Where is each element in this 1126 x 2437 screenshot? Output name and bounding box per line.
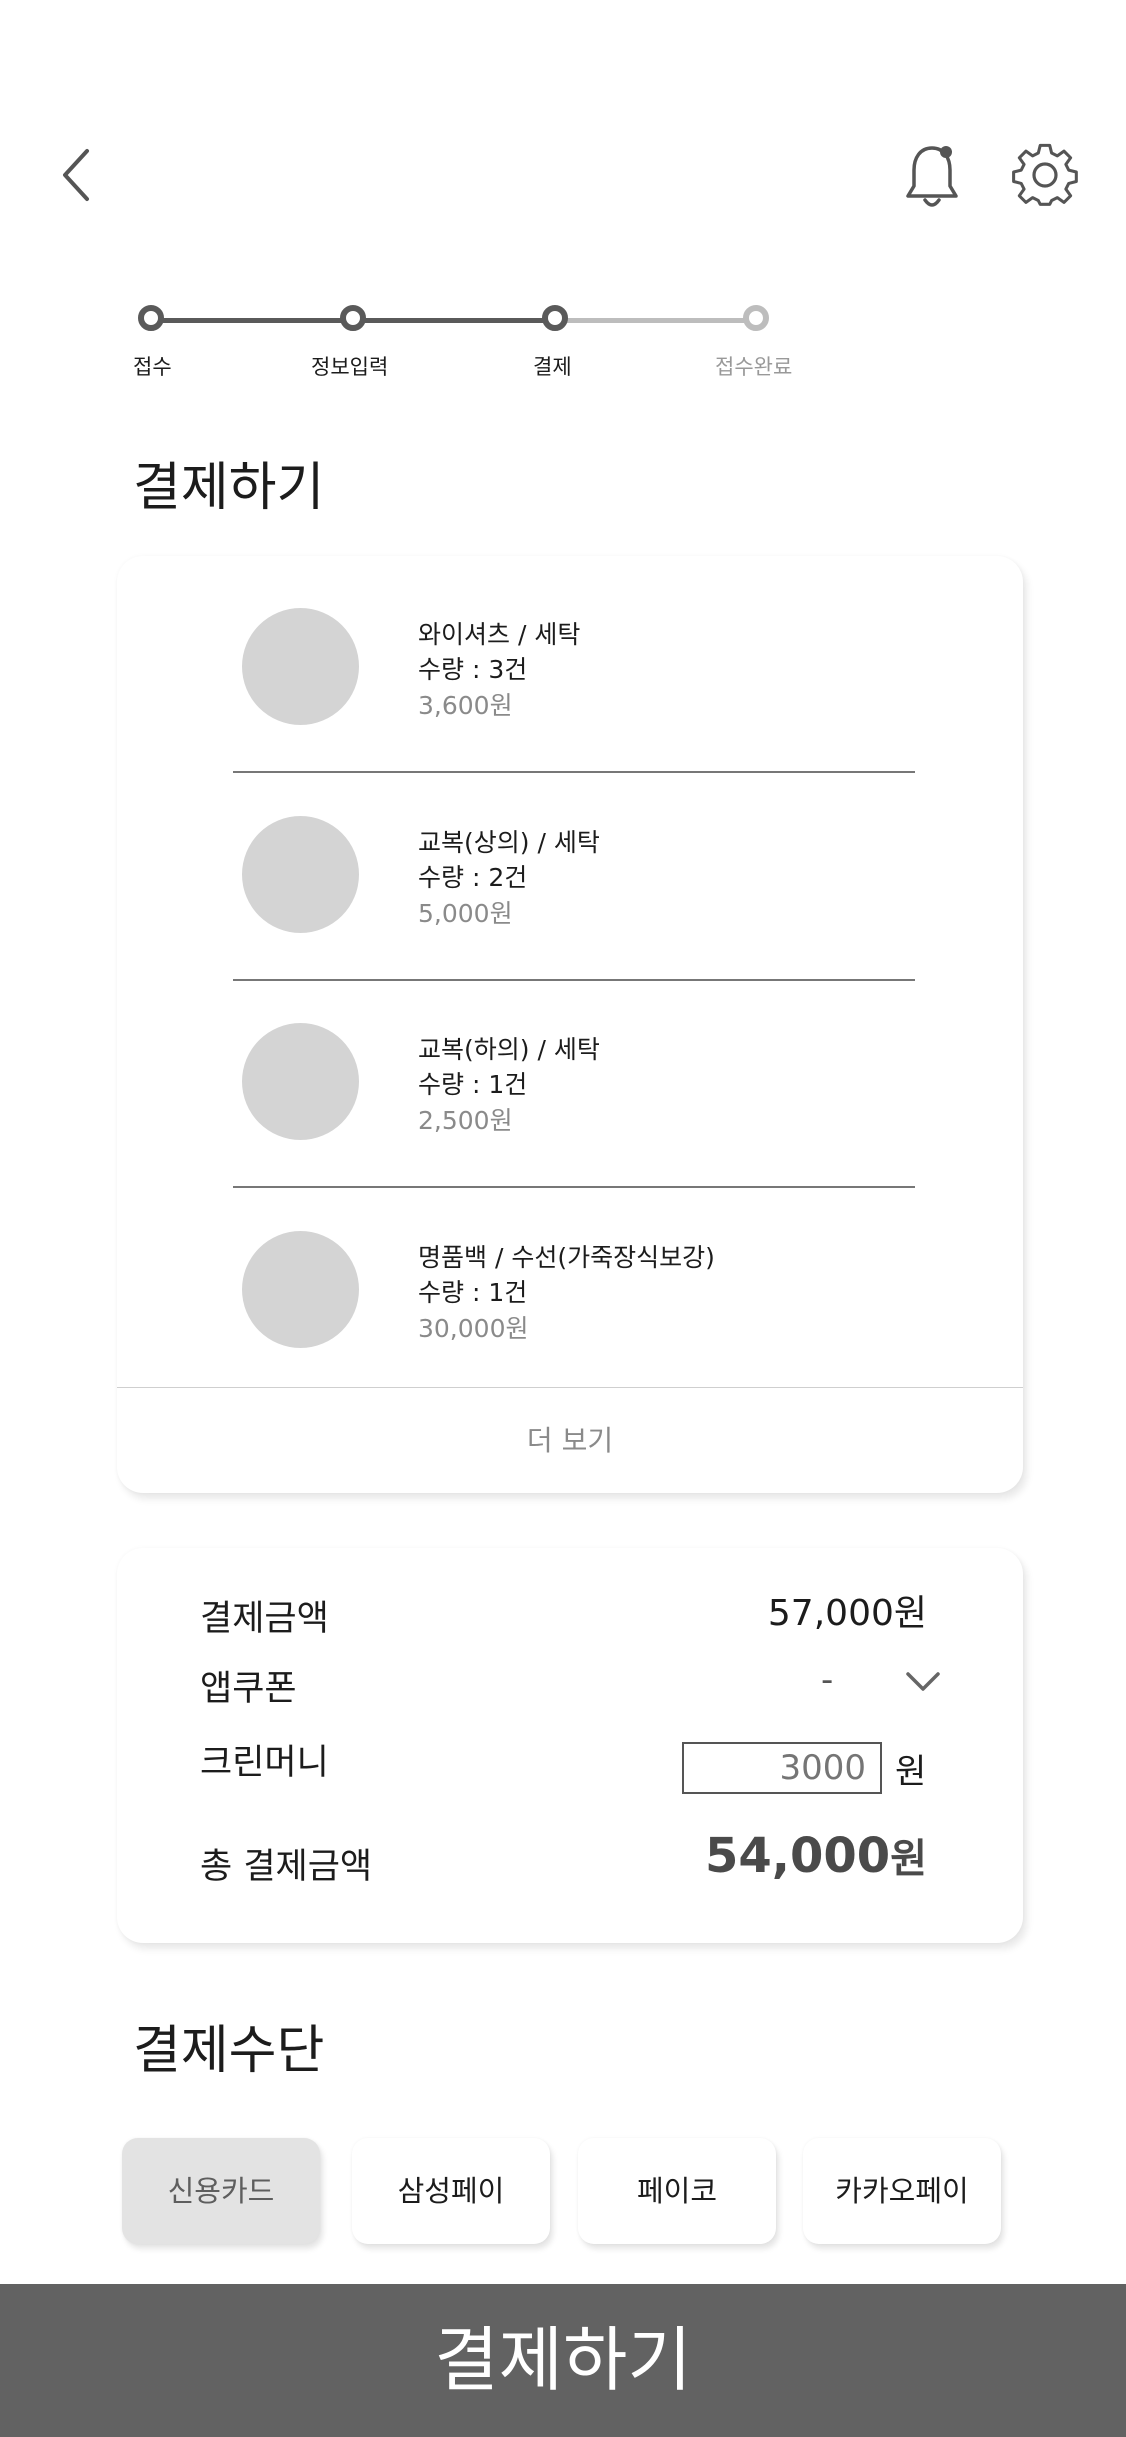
cleanmoney-input[interactable] [682,1742,882,1794]
amount-label: 결제금액 [200,1599,329,1639]
total-label: 총 결제금액 [200,1847,373,1887]
total-value: 54,000 [704,1828,891,1884]
cleanmoney-unit: 원 [895,1752,927,1792]
chevron-left-icon [63,149,89,201]
item-thumbnail [242,1023,359,1140]
coupon-label: 앱쿠폰 [200,1669,297,1709]
step-connector [555,318,756,323]
pay-button[interactable]: 결제하기 [0,2284,1126,2437]
item-price: 3,600원 [418,691,513,720]
back-button[interactable] [55,145,95,205]
payment-method-samsung-pay[interactable]: 삼성페이 [352,2138,550,2244]
list-item: 교복(상의) / 세탁 수량 : 2건 5,000원 [117,764,1023,972]
settings-button[interactable] [1012,142,1078,208]
item-price: 30,000원 [418,1314,529,1343]
list-item: 명품백 / 수선(가죽장식보강) 수량 : 1건 30,000원 [117,1179,1023,1387]
item-price: 5,000원 [418,899,513,928]
item-price: 2,500원 [418,1106,513,1135]
cleanmoney-label: 크린머니 [200,1743,329,1783]
notification-button[interactable] [900,140,964,212]
step-label: 접수 [133,355,172,379]
item-quantity: 수량 : 1건 [418,1070,528,1099]
item-thumbnail [242,816,359,933]
step-connector [152,318,352,323]
total-amount: 54,000원 [705,1826,927,1884]
amount-value: 57,000원 [767,1593,927,1634]
order-items-card: 와이셔츠 / 세탁 수량 : 3건 3,600원 교복(상의) / 세탁 수량 … [117,556,1023,1493]
total-unit: 원 [890,1836,927,1882]
list-item: 교복(하의) / 세탁 수량 : 1건 2,500원 [117,971,1023,1179]
payment-method-payco[interactable]: 페이코 [578,2138,776,2244]
step-dot-4 [743,305,769,331]
step-dot-2 [340,305,366,331]
chevron-down-icon [906,1672,940,1691]
step-dot-3 [542,305,568,331]
show-more-button[interactable]: 더 보기 [117,1387,1023,1493]
item-quantity: 수량 : 2건 [418,863,528,892]
payment-summary-card: 결제금액 57,000원 앱쿠폰 - 크린머니 원 총 결제금액 54,000원 [117,1548,1023,1943]
coupon-select[interactable]: - [821,1656,941,1706]
item-name: 명품백 / 수선(가죽장식보강) [418,1243,715,1272]
item-quantity: 수량 : 1건 [418,1278,528,1307]
item-thumbnail [242,608,359,725]
list-item: 와이셔츠 / 세탁 수량 : 3건 3,600원 [117,556,1023,764]
step-label: 정보입력 [311,355,389,379]
item-quantity: 수량 : 3건 [418,655,528,684]
payment-method-credit-card[interactable]: 신용카드 [122,2138,320,2244]
gear-icon [1012,143,1078,206]
item-name: 교복(하의) / 세탁 [418,1035,600,1064]
step-dot-1 [138,305,164,331]
step-label: 접수완료 [715,355,793,379]
page-title: 결제하기 [133,458,325,518]
item-name: 교복(상의) / 세탁 [418,828,600,857]
bell-icon [906,146,958,207]
item-thumbnail [242,1231,359,1348]
item-name: 와이셔츠 / 세탁 [418,620,581,649]
payment-method-title: 결제수단 [133,2021,325,2081]
step-label: 결제 [533,355,572,379]
payment-method-kakao-pay[interactable]: 카카오페이 [803,2138,1001,2244]
step-connector [353,318,553,323]
coupon-value: - [821,1660,834,1700]
